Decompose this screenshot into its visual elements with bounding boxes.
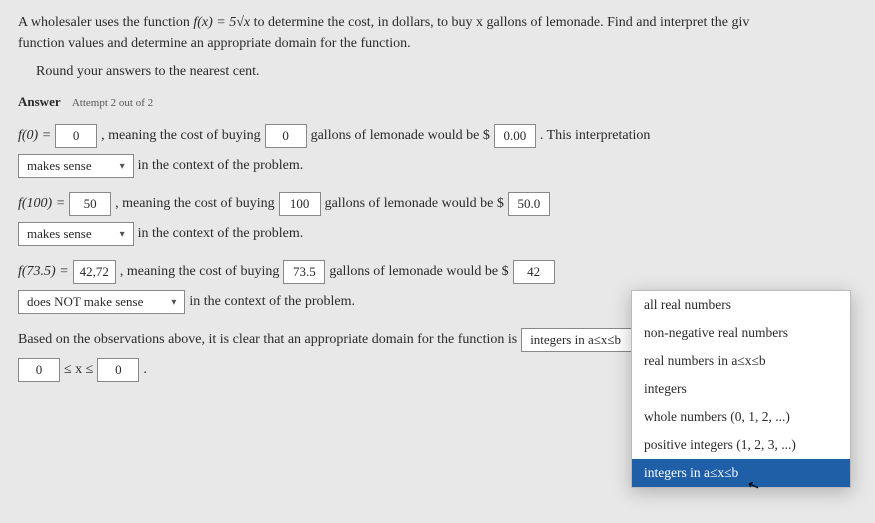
chevron-down-icon: ▾ xyxy=(120,161,125,172)
text: in the context of the problem. xyxy=(138,226,304,242)
domain-option[interactable]: integers in a≤x≤b xyxy=(632,459,850,487)
rounding-instruction: Round your answers to the nearest cent. xyxy=(36,64,857,80)
upper-bound-input[interactable]: 0 xyxy=(97,358,139,382)
cost-input[interactable]: 0.00 xyxy=(494,124,536,148)
row-f0: f(0) = 0 , meaning the cost of buying 0 … xyxy=(18,124,857,148)
sense-value: does NOT make sense xyxy=(27,294,143,310)
sense-select[interactable]: does NOT make sense ▾ xyxy=(18,290,185,314)
attempt-count: Attempt 2 out of 2 xyxy=(72,97,153,109)
gallons-input[interactable]: 100 xyxy=(279,192,321,216)
row-f735: f(73.5) = 42,72 , meaning the cost of bu… xyxy=(18,260,857,284)
text: , meaning the cost of buying xyxy=(101,128,260,144)
chevron-down-icon: ▾ xyxy=(120,229,125,240)
row-f100: f(100) = 50 , meaning the cost of buying… xyxy=(18,192,857,216)
problem-line2: function values and determine an appropr… xyxy=(18,36,411,51)
domain-option[interactable]: positive integers (1, 2, 3, ...) xyxy=(632,431,850,459)
domain-option[interactable]: non-negative real numbers xyxy=(632,319,850,347)
text: . This interpretation xyxy=(540,128,651,144)
conclusion-text: Based on the observations above, it is c… xyxy=(18,332,517,348)
sense-value: makes sense xyxy=(27,158,92,174)
domain-value: integers in a≤x≤b xyxy=(530,332,621,348)
problem-statement: A wholesaler uses the function f(x) = 5√… xyxy=(18,12,857,54)
fn-value-input[interactable]: 50 xyxy=(69,192,111,216)
problem-post: to determine the cost, in dollars, to bu… xyxy=(254,15,750,30)
sense-select[interactable]: makes sense ▾ xyxy=(18,222,134,246)
period: . xyxy=(143,362,147,378)
lower-bound-input[interactable]: 0 xyxy=(18,358,60,382)
row-f100-sense: makes sense ▾ in the context of the prob… xyxy=(18,222,857,246)
text: gallons of lemonade would be $ xyxy=(329,264,508,280)
text: , meaning the cost of buying xyxy=(120,264,279,280)
problem-pre: A wholesaler uses the function xyxy=(18,15,193,30)
sense-value: makes sense xyxy=(27,226,92,242)
cost-input[interactable]: 50.0 xyxy=(508,192,550,216)
gallons-input[interactable]: 0 xyxy=(265,124,307,148)
domain-option[interactable]: real numbers in a≤x≤b xyxy=(632,347,850,375)
sense-select[interactable]: makes sense ▾ xyxy=(18,154,134,178)
fn-value-input[interactable]: 42,72 xyxy=(73,260,116,284)
domain-option[interactable]: all real numbers xyxy=(632,291,850,319)
text: in the context of the problem. xyxy=(138,158,304,174)
function-expression: f(x) = 5√x xyxy=(193,15,250,30)
fn-value-input[interactable]: 0 xyxy=(55,124,97,148)
domain-option[interactable]: whole numbers (0, 1, 2, ...) xyxy=(632,403,850,431)
answer-header: Answer Attempt 2 out of 2 xyxy=(18,94,857,110)
fn-label: f(0) = xyxy=(18,128,51,144)
fn-label: f(73.5) = xyxy=(18,264,69,280)
text: , meaning the cost of buying xyxy=(115,196,274,212)
fn-label: f(100) = xyxy=(18,196,65,212)
domain-dropdown[interactable]: all real numbersnon-negative real number… xyxy=(631,290,851,488)
text: gallons of lemonade would be $ xyxy=(325,196,504,212)
inequality: ≤ x ≤ xyxy=(64,362,93,378)
cost-input[interactable]: 42 xyxy=(513,260,555,284)
answer-label: Answer xyxy=(18,94,61,109)
row-f0-sense: makes sense ▾ in the context of the prob… xyxy=(18,154,857,178)
gallons-input[interactable]: 73.5 xyxy=(283,260,325,284)
text: in the context of the problem. xyxy=(189,294,355,310)
chevron-down-icon: ▾ xyxy=(171,297,176,308)
text: gallons of lemonade would be $ xyxy=(311,128,490,144)
domain-option[interactable]: integers xyxy=(632,375,850,403)
